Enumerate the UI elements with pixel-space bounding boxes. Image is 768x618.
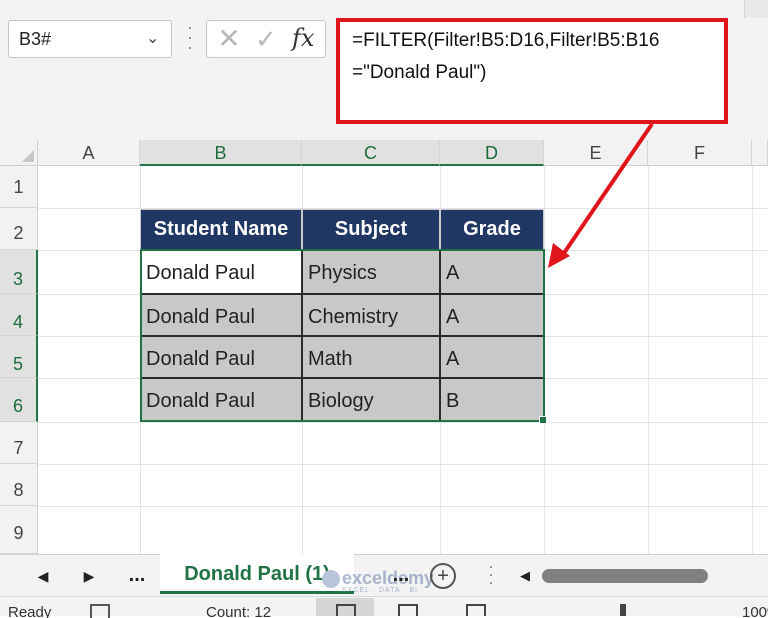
row-header-4[interactable]: 4: [0, 294, 38, 336]
more-sheets-left-button[interactable]: ...: [122, 560, 152, 590]
column-header-f[interactable]: F: [648, 140, 752, 166]
column-header-a[interactable]: A: [38, 140, 140, 166]
insert-function-icon[interactable]: fx: [292, 22, 322, 54]
normal-view-icon: [336, 604, 356, 616]
vertical-dots-icon: · · ·: [488, 556, 494, 592]
gridline: [38, 464, 768, 465]
column-header-d[interactable]: D: [440, 140, 544, 166]
horizontal-scrollbar-thumb[interactable]: [542, 569, 708, 583]
spill-range-selection: [140, 249, 545, 422]
formula-text-line-2: ="Donald Paul"): [352, 62, 487, 83]
vertical-dots-icon: · · ·: [187, 17, 193, 57]
row-header-7[interactable]: 7: [0, 422, 38, 464]
formula-text-line-1: =FILTER(Filter!B5:D16,Filter!B5:B16: [352, 30, 660, 51]
page-layout-view-icon[interactable]: [398, 604, 418, 616]
previous-sheet-icon[interactable]: ◀: [30, 562, 56, 590]
gridline: [752, 166, 753, 554]
row-header-6[interactable]: 6: [0, 378, 38, 422]
status-bar: [0, 596, 768, 616]
watermark-logo-icon: [322, 570, 340, 588]
row-header-9[interactable]: 9: [0, 506, 38, 554]
enter-check-icon[interactable]: ✓: [252, 24, 280, 54]
row-header-1[interactable]: 1: [0, 166, 38, 208]
row-header-5[interactable]: 5: [0, 336, 38, 378]
cancel-icon[interactable]: ✕: [215, 24, 243, 54]
gridline: [648, 166, 649, 554]
more-sheets-right-button[interactable]: ...: [386, 560, 416, 590]
table-header-subject[interactable]: Subject: [302, 209, 440, 250]
fill-handle[interactable]: [539, 416, 547, 424]
table-header-grade[interactable]: Grade: [440, 209, 544, 250]
column-header-b[interactable]: B: [140, 140, 302, 166]
row-header-2[interactable]: 2: [0, 208, 38, 250]
page-break-preview-icon[interactable]: [466, 604, 486, 616]
zoom-slider-thumb[interactable]: [620, 604, 626, 616]
gridline: [38, 506, 768, 507]
ribbon-scroll-corner: [744, 0, 768, 18]
table-header-student-name[interactable]: Student Name: [140, 209, 302, 250]
row-header-3[interactable]: 3: [0, 250, 38, 294]
row-header-8[interactable]: 8: [0, 464, 38, 506]
column-header-c[interactable]: C: [302, 140, 440, 166]
scroll-left-icon[interactable]: ◀: [520, 568, 534, 584]
chevron-down-icon[interactable]: ⌄: [146, 28, 166, 50]
column-header-g[interactable]: [752, 140, 768, 166]
select-all-triangle-icon: [22, 150, 34, 162]
column-header-e[interactable]: E: [544, 140, 648, 166]
next-sheet-icon[interactable]: ▶: [76, 562, 102, 590]
add-sheet-icon[interactable]: +: [430, 563, 456, 589]
